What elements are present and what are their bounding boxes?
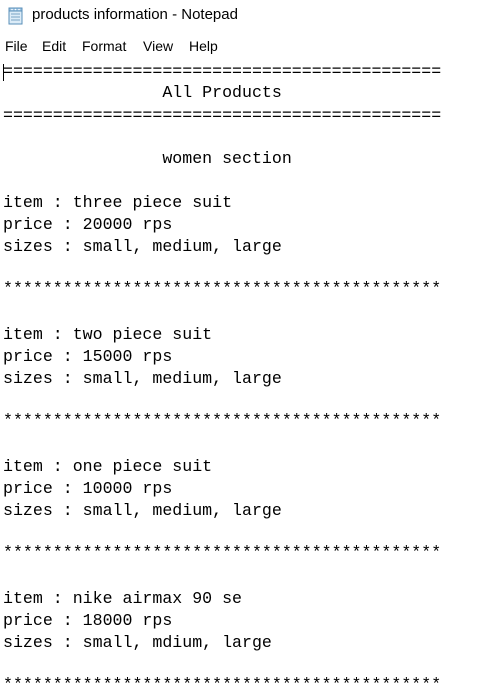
- separator-line: ****************************************…: [3, 675, 442, 688]
- menu-help[interactable]: Help: [189, 38, 218, 54]
- border-line-bottom: ========================================…: [3, 106, 442, 125]
- menu-bar: File Edit Format View Help: [0, 34, 477, 58]
- product-sizes: sizes : small, mdium, large: [3, 633, 272, 652]
- separator-line: ****************************************…: [3, 543, 442, 562]
- separator-line: ****************************************…: [3, 411, 442, 430]
- product-price: price : 20000 rps: [3, 215, 173, 234]
- product-price: price : 18000 rps: [3, 611, 173, 630]
- menu-file[interactable]: File: [5, 38, 28, 54]
- section-heading: women section: [3, 149, 292, 168]
- window-title: products information - Notepad: [32, 6, 238, 23]
- separator-line: ****************************************…: [3, 279, 442, 298]
- product-item: item : two piece suit: [3, 325, 213, 344]
- notepad-icon: [8, 7, 24, 25]
- product-sizes: sizes : small, medium, large: [3, 369, 282, 388]
- product-sizes: sizes : small, medium, large: [3, 501, 282, 520]
- text-editor-area[interactable]: ========================================…: [0, 58, 477, 688]
- menu-view[interactable]: View: [143, 38, 173, 54]
- document-heading: All Products: [3, 83, 282, 102]
- product-item: item : nike airmax 90 se: [3, 589, 242, 608]
- product-item: item : one piece suit: [3, 457, 213, 476]
- border-line-top: ========================================…: [3, 62, 442, 81]
- product-price: price : 10000 rps: [3, 479, 173, 498]
- product-price: price : 15000 rps: [3, 347, 173, 366]
- notepad-window: products information - Notepad File Edit…: [0, 0, 477, 688]
- product-item: item : three piece suit: [3, 193, 233, 212]
- menu-format[interactable]: Format: [82, 38, 126, 54]
- title-bar[interactable]: products information - Notepad: [0, 0, 477, 32]
- menu-edit[interactable]: Edit: [42, 38, 66, 54]
- product-sizes: sizes : small, medium, large: [3, 237, 282, 256]
